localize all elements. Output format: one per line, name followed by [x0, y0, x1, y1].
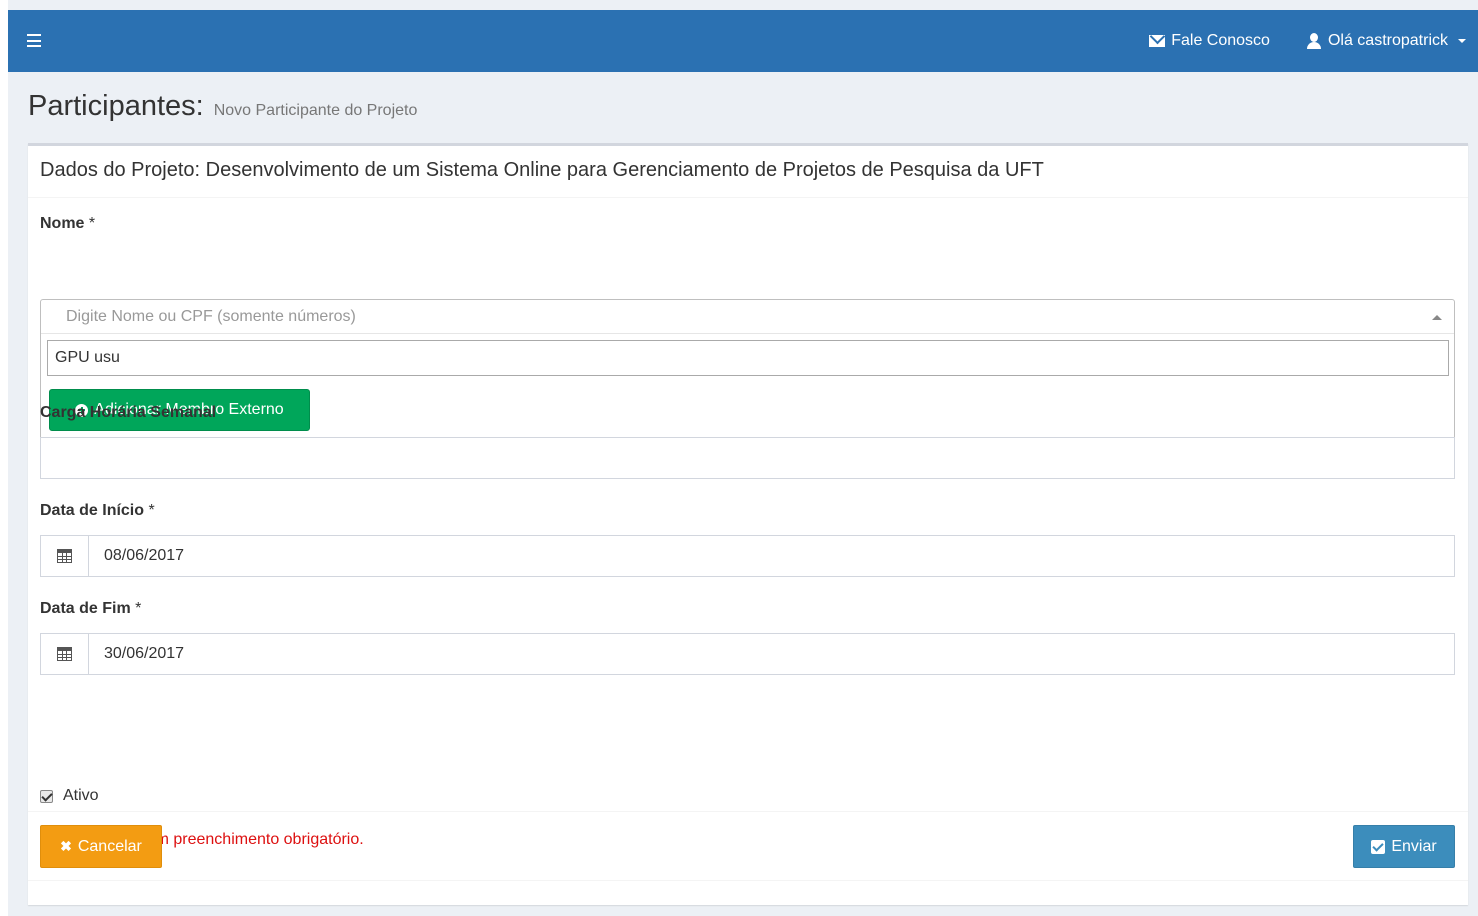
user-label: Olá castropatrick: [1327, 32, 1448, 49]
box-header: Dados do Projeto: Desenvolvimento de um …: [28, 146, 1468, 198]
nome-select: Digite Nome ou CPF (somente números) Adi…: [40, 299, 1455, 445]
cancel-label: Cancelar: [77, 837, 142, 855]
send-label: Enviar: [1391, 837, 1437, 855]
caret-down-icon: [1458, 39, 1466, 43]
data-fim-group: [40, 633, 1455, 675]
calendar-icon[interactable]: [41, 536, 89, 576]
nome-search-input[interactable]: [47, 340, 1449, 376]
content-header: Participantes: Novo Participante do Proj…: [28, 90, 417, 123]
ativo-checkbox[interactable]: [40, 789, 53, 803]
data-inicio-input[interactable]: [89, 536, 1454, 576]
check-square-icon: [1371, 839, 1386, 854]
form-box: Dados do Projeto: Desenvolvimento de um …: [28, 143, 1468, 905]
user-icon: [1306, 33, 1322, 49]
data-fim-label: Data de Fim *: [40, 600, 142, 617]
nome-placeholder: Digite Nome ou CPF (somente números): [66, 307, 356, 325]
contact-label: Fale Conosco: [1171, 32, 1270, 49]
calendar-icon[interactable]: [41, 634, 89, 674]
carga-label: Carga Horária Semanal: [40, 404, 217, 421]
box-footer: ✖ Cancelar Enviar: [28, 811, 1468, 881]
caret-up-icon: [1432, 315, 1442, 320]
envelope-icon: [1149, 35, 1166, 47]
cancel-button[interactable]: ✖ Cancelar: [40, 825, 162, 868]
top-navbar: Fale Conosco Olá castropatrick: [8, 10, 1478, 72]
carga-horaria-input[interactable]: [40, 437, 1455, 479]
data-inicio-group: [40, 535, 1455, 577]
navbar-right: Fale Conosco Olá castropatrick: [1135, 10, 1478, 72]
box-title: Dados do Projeto: Desenvolvimento de um …: [40, 159, 1044, 181]
left-edge: [0, 0, 8, 916]
data-fim-input[interactable]: [89, 634, 1454, 674]
close-icon: ✖: [60, 838, 72, 854]
menu-toggle-icon[interactable]: [27, 34, 41, 47]
ativo-label: Ativo: [63, 787, 99, 804]
page-title: Participantes:: [28, 90, 204, 122]
user-menu[interactable]: Olá castropatrick: [1292, 10, 1478, 72]
ativo-row: Ativo: [40, 787, 99, 805]
nome-select-selection[interactable]: Digite Nome ou CPF (somente números): [41, 300, 1454, 334]
page-subtitle: Novo Participante do Projeto: [213, 102, 418, 119]
contact-link[interactable]: Fale Conosco: [1135, 10, 1284, 72]
data-inicio-label: Data de Início *: [40, 502, 155, 519]
nome-label: Nome *: [40, 215, 96, 232]
send-button[interactable]: Enviar: [1353, 825, 1455, 868]
